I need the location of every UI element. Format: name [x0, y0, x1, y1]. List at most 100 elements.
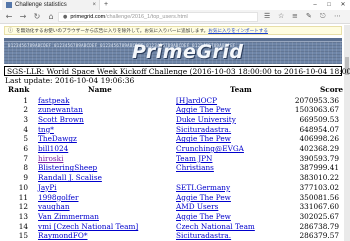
last-update: Last update: 2016-10-04 19:06:36	[5, 76, 135, 85]
favorites-star-icon[interactable]: ☆	[278, 12, 284, 20]
rank-cell: 14	[18, 221, 28, 231]
team-column-header: Team	[230, 85, 252, 94]
notes-icon[interactable]: ✎	[306, 12, 312, 20]
user-name-link[interactable]: vmi [Czech National Team]	[38, 222, 138, 231]
table-row: 9 Randall J. Scalise 383010.22	[0, 173, 344, 183]
user-name-link[interactable]: vaughan	[38, 202, 70, 211]
team-link[interactable]: AMD Users	[176, 202, 218, 211]
rank-column-header: Rank	[8, 85, 30, 94]
address-host: primegrid.com	[70, 14, 106, 20]
rank-cell: 9	[23, 173, 28, 183]
rank-cell: 15	[18, 231, 28, 241]
rank-cell: 5	[23, 134, 28, 144]
user-name-link[interactable]: Van Zimmerman	[38, 212, 99, 221]
rank-cell: 7	[23, 153, 28, 163]
user-name-link[interactable]: hiroski	[38, 154, 63, 163]
rank-cell: 10	[18, 182, 28, 192]
tab-favicon-icon	[6, 2, 12, 8]
score-cell: 406998.26	[299, 134, 339, 144]
team-link[interactable]: Aggie The Pew	[176, 212, 231, 221]
user-name-link[interactable]: fastpeak	[38, 96, 70, 105]
score-column-header: Score	[320, 85, 344, 94]
score-cell: 302025.67	[299, 211, 339, 221]
team-link[interactable]: [H]ardOCP	[176, 96, 217, 105]
info-icon: ⓘ	[8, 28, 14, 34]
score-cell: 286738.79	[299, 221, 339, 231]
table-row: 3 Scott Brown Duke University 669509.53	[0, 115, 344, 125]
team-link[interactable]: Aggie The Pew	[176, 134, 231, 143]
browser-tab[interactable]: Challenge statistics ×	[2, 0, 100, 10]
table-row: 5 TheDawgz Aggie The Pew 406998.26	[0, 134, 344, 144]
table-row: 11 1998golfer Aggie The Pew 350081.56	[0, 193, 344, 203]
reading-view-icon[interactable]: ☰	[264, 12, 270, 20]
score-cell: 1503063.67	[294, 105, 339, 115]
page-title: SGS-LLR: World Space Week Kickoff Challe…	[4, 66, 350, 76]
table-row: 6 bill1024 Crunching@EVGA 402368.29	[0, 144, 344, 154]
lock-icon: ●	[63, 14, 68, 20]
address-bar[interactable]: ● primegrid.com /challenge/2016_1/top_us…	[58, 12, 258, 22]
user-name-link[interactable]: BlisteringSheep	[38, 163, 97, 172]
team-link[interactable]: Crunching@EVGA	[176, 144, 244, 153]
rank-cell: 3	[23, 114, 28, 124]
rank-cell: 4	[23, 124, 28, 134]
team-link[interactable]: Sicituradastra.	[176, 125, 231, 134]
tab-close-icon[interactable]: ×	[92, 2, 96, 8]
table-row: 12 vaughan AMD Users 331067.60	[0, 202, 344, 212]
home-button[interactable]: ⌂	[44, 12, 58, 21]
rank-cell: 13	[18, 211, 28, 221]
refresh-button[interactable]: ↻	[30, 12, 44, 21]
close-window-button[interactable]: ✕	[336, 0, 350, 10]
team-link[interactable]: Team JPN	[176, 154, 212, 163]
user-name-link[interactable]: 1998golfer	[38, 193, 78, 202]
score-cell: 331067.60	[299, 202, 339, 212]
score-cell: 669509.53	[299, 114, 339, 124]
user-name-link[interactable]: bill1024	[38, 144, 68, 153]
team-link[interactable]: Czech National Team	[176, 222, 255, 231]
site-banner: 0123456789ABCDEF 0123456789ABCDEF 012345…	[4, 38, 342, 64]
maximize-button[interactable]: □	[322, 0, 336, 10]
table-row: 2 zunewantan Aggie The Pew 1503063.67	[0, 105, 344, 115]
team-link[interactable]: Aggie The Pew	[176, 105, 231, 114]
back-button[interactable]: ←	[2, 12, 16, 21]
table-row: 8 BlisteringSheep Christians 387999.41	[0, 163, 344, 173]
import-favorites-link[interactable]: お気に入りをインポートする	[208, 28, 268, 34]
info-bar: ⓘ を無効化するお使いのブラウザーから広告に入りを除外して。お気に入りバーに追加…	[4, 26, 342, 35]
name-column-header: Name	[88, 85, 112, 94]
table-row: 7 hiroski Team JPN 390593.79	[0, 154, 344, 164]
score-cell: 350081.56	[299, 192, 339, 202]
user-name-link[interactable]: tng*	[38, 125, 54, 134]
primegrid-logo[interactable]: PrimeGrid	[132, 41, 244, 63]
forward-button[interactable]: →	[16, 12, 30, 21]
info-bar-text: を無効化するお使いのブラウザーから広告に入りを除外して。お気に入りバーに追加しま…	[16, 27, 209, 33]
minimize-button[interactable]: –	[308, 0, 322, 10]
user-name-link[interactable]: Randall J. Scalise	[38, 173, 102, 182]
user-name-link[interactable]: TheDawgz	[38, 134, 77, 143]
table-row: 15 RaymondFO* Sicituradastra. 286379.57	[0, 231, 344, 241]
new-tab-button[interactable]: +	[104, 1, 108, 8]
user-name-link[interactable]: JayPi	[38, 183, 57, 192]
rank-cell: 2	[23, 105, 28, 115]
score-cell: 648954.07	[299, 124, 339, 134]
hub-icon[interactable]: ≡	[292, 12, 298, 20]
user-name-link[interactable]: Scott Brown	[38, 115, 84, 124]
tab-title: Challenge statistics	[15, 2, 67, 8]
score-cell: 387999.41	[299, 163, 339, 173]
rank-cell: 11	[18, 192, 28, 202]
score-cell: 286379.57	[299, 231, 339, 241]
team-link[interactable]: Aggie The Pew	[176, 193, 231, 202]
team-link[interactable]: SETI.Germany	[176, 183, 230, 192]
share-icon[interactable]: ⎋	[320, 12, 326, 21]
more-menu-icon[interactable]: ⋯	[334, 12, 341, 20]
team-link[interactable]: Duke University	[176, 115, 236, 124]
table-row: 1 fastpeak [H]ardOCP 2070953.36	[0, 96, 344, 106]
vertical-scrollbar[interactable]	[344, 25, 350, 241]
team-link[interactable]: Sicituradastra.	[176, 231, 231, 240]
rank-cell: 6	[23, 144, 28, 153]
table-row: 10 JayPi SETI.Germany 377103.02	[0, 183, 344, 193]
table-row: 13 Van Zimmerman Aggie The Pew 302025.67	[0, 212, 344, 222]
user-name-link[interactable]: zunewantan	[38, 105, 83, 114]
team-link[interactable]: Christians	[176, 163, 214, 172]
user-name-link[interactable]: RaymondFO*	[38, 231, 88, 240]
score-cell: 2070953.36	[294, 95, 339, 105]
score-cell: 377103.02	[299, 182, 339, 192]
